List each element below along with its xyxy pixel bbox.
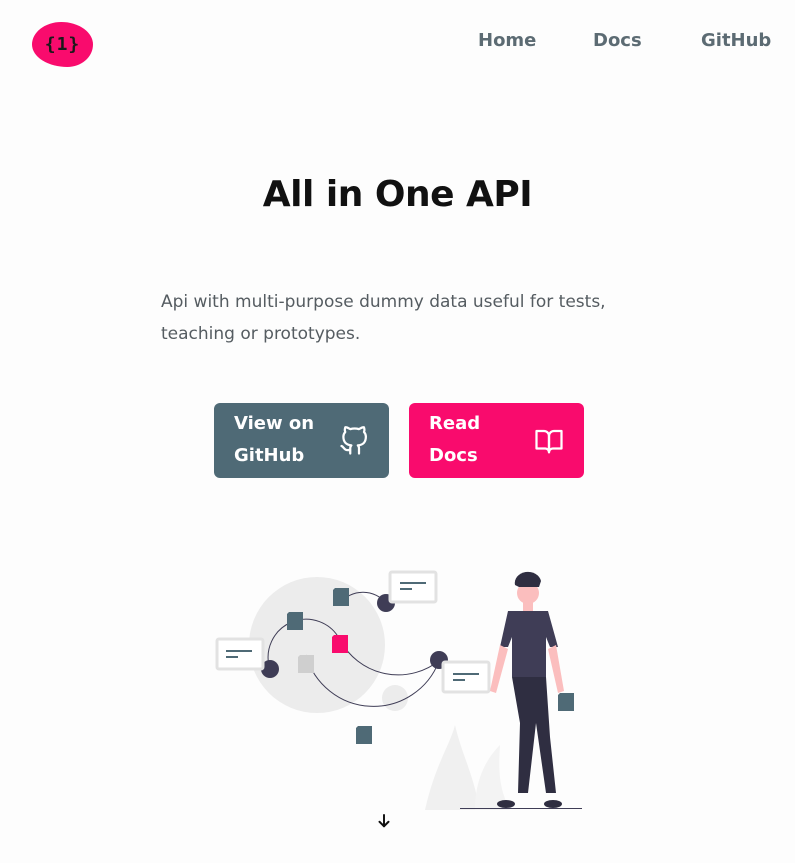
nav-docs-link[interactable]: Docs [593,30,642,51]
hero-description: Api with multi-purpose dummy data useful… [161,292,606,344]
logo-text: {1} [44,34,81,55]
docs-button-label: Read Docs [429,413,481,466]
github-icon [340,426,367,455]
github-button-label: View on GitHub [234,413,315,466]
nav-github-link[interactable]: GitHub [701,30,771,51]
hero-illustration [215,570,582,810]
nav-home-link[interactable]: Home [478,30,536,51]
book-icon [535,429,563,454]
view-on-github-button[interactable]: View on GitHub [214,403,389,478]
read-docs-button[interactable]: Read Docs [409,403,584,478]
arrow-down-icon[interactable] [375,812,393,830]
landing-page: {1} Home Docs GitHub All in One API Api … [0,0,795,863]
hero-title: All in One API [262,174,533,215]
logo[interactable]: {1} [32,22,93,67]
